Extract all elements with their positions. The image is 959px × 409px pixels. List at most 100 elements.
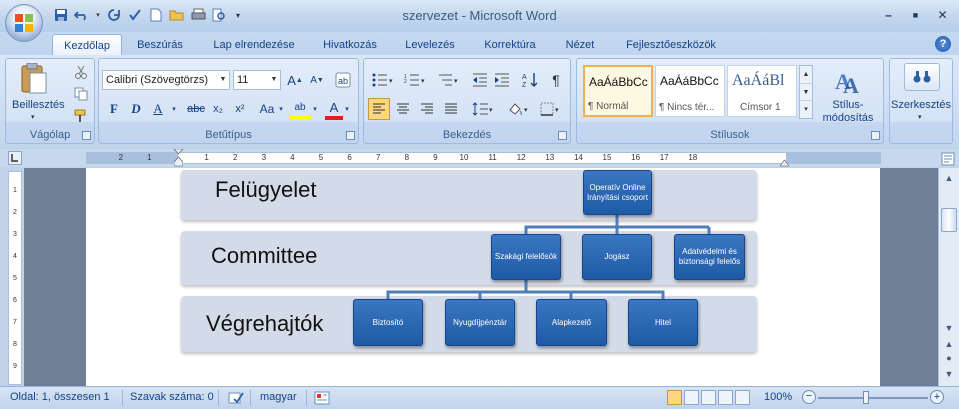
editing-group-label[interactable]: Szerkesztés bbox=[890, 99, 952, 111]
shading-icon[interactable]: ▾ bbox=[504, 98, 534, 120]
styles-scroll-up-icon[interactable]: ▲ bbox=[800, 66, 812, 83]
paragraph-launcher-icon[interactable] bbox=[558, 131, 567, 140]
subscript-button[interactable]: x₂ bbox=[209, 98, 227, 120]
borders-icon[interactable]: ▾ bbox=[536, 98, 566, 120]
tab-fejlesztoeszkozok[interactable]: Fejlesztőeszközök bbox=[616, 34, 726, 56]
zoom-level[interactable]: 100% bbox=[764, 391, 792, 403]
font-launcher-icon[interactable] bbox=[346, 131, 355, 140]
close-button[interactable]: ✕ bbox=[930, 3, 955, 27]
bullets-icon[interactable]: ▾ bbox=[368, 69, 398, 91]
editing-dropdown-icon[interactable]: ▾ bbox=[918, 113, 922, 121]
org-node-bottom-2[interactable]: Nyugdíjpénztár bbox=[445, 299, 515, 346]
org-node-bottom-4[interactable]: Hitel bbox=[628, 299, 698, 346]
proofing-icon[interactable] bbox=[228, 390, 244, 406]
bold-button[interactable]: F bbox=[105, 98, 123, 120]
language-status[interactable]: magyar bbox=[260, 391, 297, 403]
scroll-thumb[interactable] bbox=[941, 208, 957, 232]
next-page-icon[interactable]: ▼ bbox=[941, 366, 957, 382]
vertical-scrollbar[interactable]: ▲ ▼ ▲ ● ▼ bbox=[938, 168, 959, 386]
style-heading-1[interactable]: AaÁáBl Címsor 1 bbox=[727, 65, 797, 117]
draft-view-button[interactable] bbox=[735, 390, 750, 405]
style-normal[interactable]: AaÁáBbCc ¶ Normál bbox=[583, 65, 653, 117]
align-center-icon[interactable] bbox=[392, 98, 414, 120]
maximize-button[interactable]: ■ bbox=[903, 3, 928, 27]
page-count-status[interactable]: Oldal: 1, összesen 1 bbox=[10, 391, 110, 403]
zoom-slider-thumb[interactable] bbox=[863, 391, 869, 404]
org-node-bottom-1[interactable]: Biztosító bbox=[353, 299, 423, 346]
numbering-icon[interactable]: 1 2 ▾ bbox=[400, 69, 430, 91]
show-formatting-marks-icon[interactable]: ¶ bbox=[546, 69, 566, 91]
org-node-bottom-3[interactable]: Alapkezelő bbox=[536, 299, 607, 346]
font-color-button[interactable]: A bbox=[325, 98, 343, 120]
change-case-button[interactable]: Aa bbox=[257, 98, 277, 120]
right-indent-marker-icon[interactable] bbox=[780, 157, 789, 167]
outline-view-button[interactable] bbox=[718, 390, 733, 405]
tab-kezdolap[interactable]: Kezdőlap bbox=[52, 34, 122, 56]
style-no-spacing[interactable]: AaÁáBbCc ¶ Nincs tér... bbox=[655, 65, 725, 117]
cut-icon[interactable] bbox=[72, 63, 90, 81]
align-right-icon[interactable] bbox=[416, 98, 438, 120]
zoom-out-icon[interactable]: − bbox=[802, 390, 816, 404]
scroll-down-icon[interactable]: ▼ bbox=[941, 320, 957, 336]
clipboard-launcher-icon[interactable] bbox=[82, 131, 91, 140]
office-button[interactable] bbox=[5, 4, 43, 42]
org-node-mid-1[interactable]: Szakági felelősök bbox=[491, 234, 561, 280]
indent-marker-icon[interactable] bbox=[174, 149, 183, 167]
format-painter-icon[interactable] bbox=[72, 107, 90, 125]
grow-font-button[interactable]: A ▲ bbox=[285, 69, 305, 91]
font-size-dropdown-icon[interactable]: ▼ bbox=[268, 71, 280, 89]
view-ruler-icon[interactable] bbox=[938, 150, 958, 168]
styles-launcher-icon[interactable] bbox=[871, 131, 880, 140]
highlight-button[interactable]: ab bbox=[289, 98, 311, 120]
underline-dropdown-icon[interactable]: ▾ bbox=[169, 98, 179, 120]
vertical-ruler-number: 3 bbox=[13, 231, 17, 238]
align-left-icon[interactable] bbox=[368, 98, 390, 120]
org-node-mid-3[interactable]: Adatvédelmi és biztonsági felelős bbox=[674, 234, 745, 280]
styles-more-icon[interactable]: ▾ bbox=[800, 100, 812, 118]
select-browse-object-icon[interactable]: ● bbox=[941, 350, 957, 366]
font-size-combo[interactable]: 11 ▼ bbox=[233, 70, 281, 90]
tab-levelezes[interactable]: Levelezés bbox=[398, 34, 462, 56]
font-name-combo[interactable]: Calibri (Szövegtörzs) ▼ bbox=[102, 70, 230, 90]
web-layout-button[interactable] bbox=[701, 390, 716, 405]
zoom-slider[interactable] bbox=[818, 397, 928, 399]
italic-button[interactable]: D bbox=[127, 98, 145, 120]
superscript-button[interactable]: x² bbox=[231, 98, 249, 120]
zoom-in-icon[interactable]: + bbox=[930, 390, 944, 404]
tab-nezet[interactable]: Nézet bbox=[558, 34, 602, 56]
shrink-font-button[interactable]: A ▼ bbox=[307, 69, 327, 91]
multilevel-list-icon[interactable]: ▾ bbox=[434, 69, 464, 91]
tab-beszuras[interactable]: Beszúrás bbox=[128, 34, 192, 56]
copy-icon[interactable] bbox=[72, 85, 90, 103]
increase-indent-icon[interactable] bbox=[492, 69, 512, 91]
tab-lap-elrendezese[interactable]: Lap elrendezése bbox=[204, 34, 304, 56]
full-screen-reading-button[interactable] bbox=[684, 390, 699, 405]
change-styles-button[interactable]: A A Stílus- módosítás bbox=[817, 61, 879, 127]
macro-recording-icon[interactable] bbox=[314, 391, 330, 405]
sort-icon[interactable]: AZ bbox=[520, 69, 540, 91]
strikethrough-button[interactable]: abc bbox=[185, 98, 207, 120]
line-spacing-icon[interactable]: ▾ bbox=[468, 98, 498, 120]
help-icon[interactable]: ? bbox=[935, 36, 951, 52]
underline-button[interactable]: A bbox=[149, 98, 167, 120]
change-case-dropdown-icon[interactable]: ▾ bbox=[277, 98, 285, 120]
tab-hivatkozas[interactable]: Hivatkozás bbox=[316, 34, 384, 56]
clear-formatting-icon[interactable]: ab bbox=[333, 69, 353, 91]
minimize-button[interactable]: – bbox=[876, 3, 901, 27]
decrease-indent-icon[interactable] bbox=[470, 69, 490, 91]
print-layout-view-button[interactable] bbox=[667, 390, 682, 405]
find-binoculars-icon[interactable] bbox=[904, 63, 940, 91]
justify-icon[interactable] bbox=[440, 98, 462, 120]
font-name-dropdown-icon[interactable]: ▼ bbox=[217, 71, 229, 89]
scroll-up-icon[interactable]: ▲ bbox=[941, 170, 957, 186]
font-color-dropdown-icon[interactable]: ▾ bbox=[343, 98, 351, 120]
highlight-dropdown-icon[interactable]: ▾ bbox=[311, 98, 319, 120]
styles-scroll-down-icon[interactable]: ▼ bbox=[800, 83, 812, 100]
vertical-ruler-number: 2 bbox=[13, 209, 17, 216]
org-node-top[interactable]: Operatív Online Irányítási csoport bbox=[583, 170, 652, 215]
paste-button[interactable]: Beillesztés ▾ bbox=[12, 61, 65, 125]
status-separator bbox=[122, 390, 123, 406]
tab-korrektura[interactable]: Korrektúra bbox=[474, 34, 546, 56]
word-count-status[interactable]: Szavak száma: 0 bbox=[130, 391, 214, 403]
org-node-mid-2[interactable]: Jogász bbox=[582, 234, 652, 280]
